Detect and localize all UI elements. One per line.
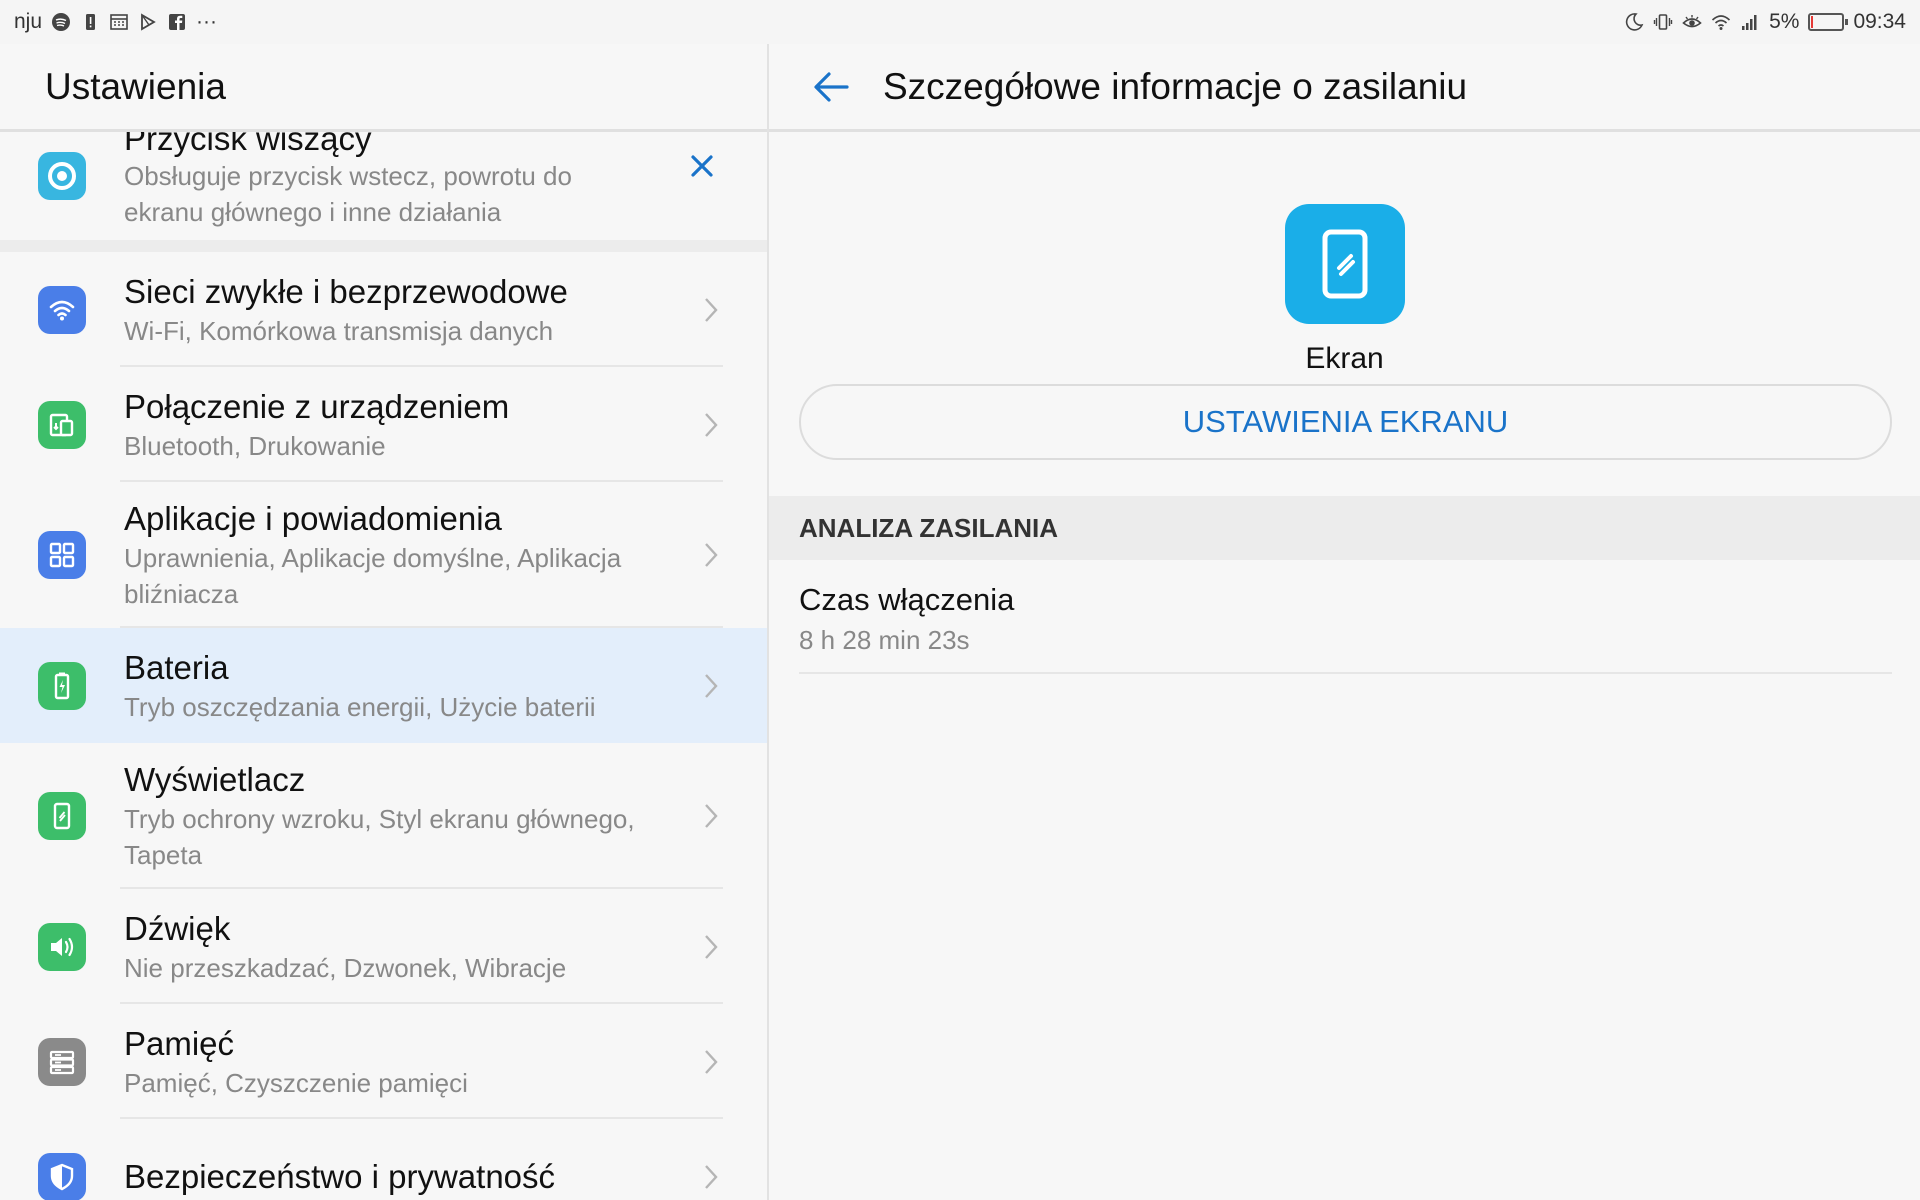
app-name: Ekran <box>1305 342 1384 375</box>
chevron-right-icon <box>703 1163 719 1191</box>
settings-item-title: Bezpieczeństwo i prywatność <box>124 1157 556 1195</box>
settings-item-subtitle: Tryb ochrony wzroku, Styl ekranu główneg… <box>124 804 635 870</box>
signal-icon <box>1740 12 1760 32</box>
settings-item-networks[interactable]: Sieci zwykłe i bezprzewodowe Wi-Fi, Komór… <box>0 252 767 367</box>
calendar-icon <box>109 12 129 32</box>
close-icon[interactable] <box>686 150 718 182</box>
dock-card-title: Przycisk wiszący <box>124 132 372 157</box>
device-connection-icon <box>38 400 86 449</box>
settings-item-security[interactable]: Bezpieczeństwo i prywatność <box>0 1119 767 1200</box>
battery-indicator <box>1808 13 1849 31</box>
stat-value: 8 h 28 min 23s <box>799 625 970 655</box>
dock-card-description: Obsługuje przycisk wstecz, powrotu do ek… <box>124 161 572 227</box>
settings-item-storage[interactable]: Pamięć Pamięć, Czyszczenie pamięci <box>0 1004 767 1119</box>
battery-percent: 5% <box>1769 10 1800 33</box>
settings-item-title: Sieci zwykłe i bezprzewodowe <box>124 272 568 310</box>
spotify-icon <box>51 12 71 32</box>
moon-icon <box>1624 12 1644 32</box>
apps-grid-icon <box>38 531 86 579</box>
settings-item-subtitle: Pamięć, Czyszczenie pamięci <box>124 1067 468 1098</box>
settings-list: Sieci zwykłe i bezprzewodowe Wi-Fi, Komór… <box>0 252 767 1200</box>
navigation-dock-icon <box>38 152 86 200</box>
app-summary: Ekran <box>769 132 1920 376</box>
chevron-right-icon <box>703 933 719 961</box>
speaker-icon <box>38 922 86 971</box>
page-title: Szczegółowe informacje o zasilaniu <box>883 65 1468 107</box>
storage-icon <box>38 1037 86 1086</box>
stat-label: Czas włączenia <box>799 582 1015 617</box>
settings-title: Ustawienia <box>0 44 767 132</box>
settings-item-battery[interactable]: Bateria Tryb oszczędzania energii, Użycie… <box>0 628 767 743</box>
section-header: ANALIZA ZASILANIA <box>769 496 1920 560</box>
settings-item-display[interactable]: Wyświetlacz Tryb ochrony wzroku, Styl ekr… <box>0 743 767 889</box>
screen-on-time-row: Czas włączenia 8 h 28 min 23s <box>799 560 1892 674</box>
screen-settings-button[interactable]: USTAWIENIA EKRANU <box>799 384 1892 460</box>
shield-icon <box>38 1152 86 1200</box>
settings-item-subtitle: Nie przeszkadzać, Dzwonek, Wibracje <box>124 952 567 983</box>
eye-comfort-icon <box>1682 12 1702 32</box>
power-details-header: Szczegółowe informacje o zasilaniu <box>769 44 1920 132</box>
status-bar-left: nju ··· <box>14 10 217 34</box>
battery-alert-icon <box>80 12 100 32</box>
chevron-right-icon <box>703 802 719 830</box>
battery-icon <box>38 661 86 710</box>
navigation-dock-card[interactable]: Przycisk wiszący Obsługuje przycisk wste… <box>0 132 767 252</box>
wifi-icon <box>38 285 86 334</box>
settings-item-title: Pamięć <box>124 1024 235 1062</box>
clock: 09:34 <box>1853 10 1906 33</box>
display-icon <box>38 792 86 840</box>
chevron-right-icon <box>703 541 719 569</box>
play-store-icon <box>138 12 158 32</box>
status-bar-right: 5% 09:34 <box>1624 10 1906 34</box>
settings-item-device-connection[interactable]: Połączenie z urządzeniem Bluetooth, Druko… <box>0 367 767 482</box>
battery-level-fill <box>1811 16 1814 28</box>
more-notifications-indicator: ··· <box>196 10 218 33</box>
settings-item-subtitle: Wi-Fi, Komórkowa transmisja danych <box>124 315 554 346</box>
status-bar: nju ··· 5% 09:34 <box>0 0 1920 44</box>
settings-item-subtitle: Uprawnienia, Aplikacje domyślne, Aplikac… <box>124 543 622 609</box>
power-details-panel: Szczegółowe informacje o zasilaniu Ekran… <box>769 44 1920 1200</box>
chevron-right-icon <box>703 672 719 700</box>
settings-item-title: Połączenie z urządzeniem <box>124 387 510 425</box>
settings-item-apps-notifications[interactable]: Aplikacje i powiadomienia Uprawnienia, Ap… <box>0 482 767 628</box>
settings-item-title: Wyświetlacz <box>124 761 306 798</box>
settings-item-title: Aplikacje i powiadomienia <box>124 500 502 537</box>
settings-item-title: Dźwięk <box>124 909 231 947</box>
back-arrow-icon[interactable] <box>809 65 853 109</box>
settings-item-subtitle: Bluetooth, Drukowanie <box>124 430 386 461</box>
settings-item-subtitle: Tryb oszczędzania energii, Użycie bateri… <box>124 691 596 722</box>
chevron-right-icon <box>703 1048 719 1076</box>
vibrate-icon <box>1653 12 1673 32</box>
chevron-right-icon <box>703 411 719 439</box>
settings-item-title: Bateria <box>124 648 229 686</box>
facebook-icon <box>167 12 187 32</box>
wifi-icon <box>1711 12 1731 32</box>
screen-icon <box>1284 204 1405 324</box>
chevron-right-icon <box>703 296 719 324</box>
carrier-label: nju <box>14 10 43 33</box>
settings-panel: Ustawienia Przycisk wiszący Obsługuje pr… <box>0 44 767 1200</box>
settings-item-sound[interactable]: Dźwięk Nie przeszkadzać, Dzwonek, Wibracj… <box>0 889 767 1004</box>
